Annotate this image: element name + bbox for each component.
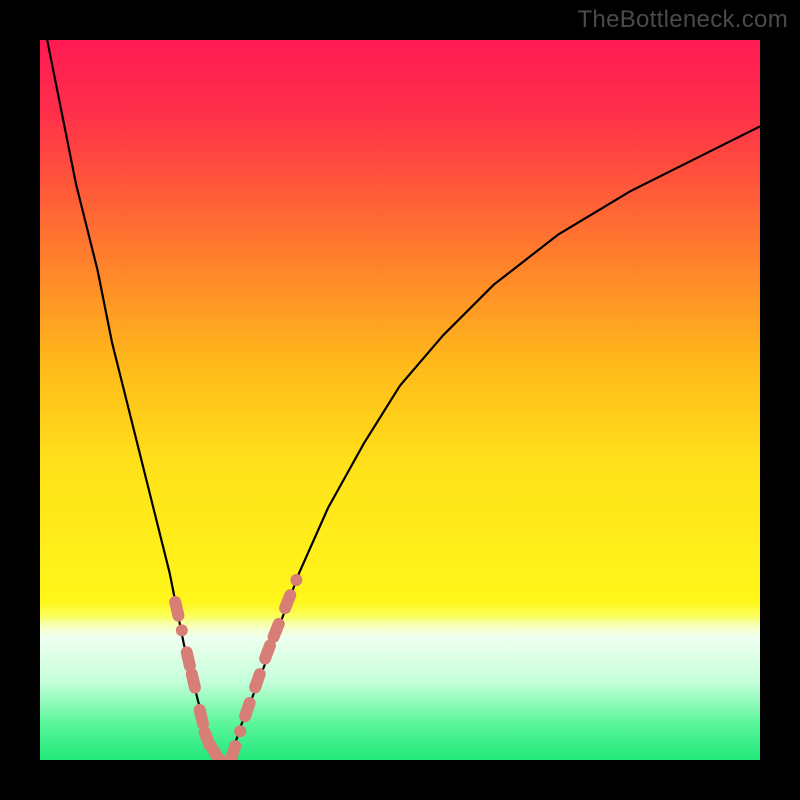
marker-dot (290, 574, 302, 586)
marker-pill (185, 667, 202, 695)
marker-pill (277, 587, 298, 616)
plot-area (40, 40, 760, 760)
marker-pill (237, 695, 257, 723)
marker-pill (266, 616, 287, 645)
marker-dot (176, 624, 188, 636)
marker-pill (247, 667, 267, 696)
marker-dot (234, 725, 246, 737)
watermark-text: TheBottleneck.com (577, 6, 788, 34)
marker-pill (223, 739, 243, 760)
bottleneck-curve (47, 40, 760, 760)
chart-frame: TheBottleneck.com (0, 0, 800, 800)
curve-layer (40, 40, 760, 760)
markers-left-branch (168, 595, 227, 760)
marker-pill (168, 595, 186, 623)
